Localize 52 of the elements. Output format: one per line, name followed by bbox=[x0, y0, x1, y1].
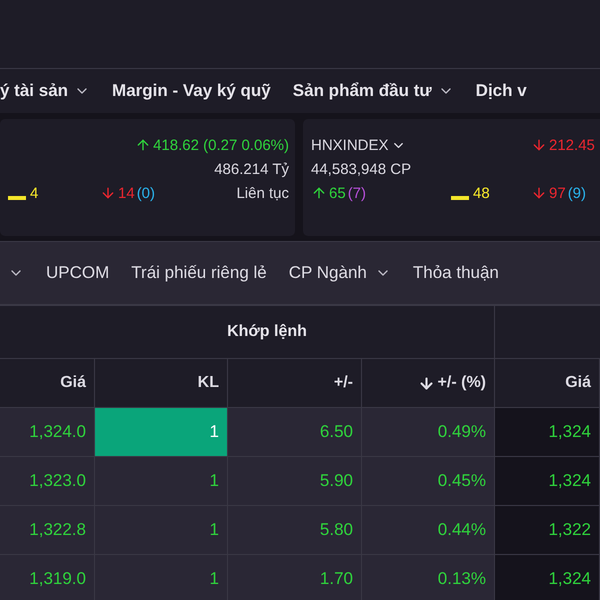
floor-count: (9) bbox=[568, 184, 586, 202]
table-cell: 1 bbox=[95, 555, 228, 600]
column-header[interactable]: KL bbox=[95, 359, 228, 408]
unchanged-count: 4 bbox=[30, 184, 38, 202]
advances-count: 65 bbox=[329, 184, 346, 202]
table-cell: 5.80 bbox=[228, 506, 362, 555]
table-cell: 0.44% bbox=[362, 506, 495, 555]
index-change: 418.62 (0.27 0.06%) bbox=[153, 136, 289, 154]
table-cell: 1,324 bbox=[495, 408, 600, 457]
column-group-header: Khớp lệnh bbox=[0, 306, 495, 359]
table-cell: 0.49% bbox=[362, 408, 495, 457]
flat-bar-icon bbox=[8, 196, 26, 200]
table-cell: 0.45% bbox=[362, 457, 495, 506]
nav-menu-item[interactable]: Dịch v bbox=[476, 81, 527, 101]
column-header[interactable]: Giá bbox=[0, 359, 95, 408]
market-tab[interactable]: Trái phiếu riêng lẻ bbox=[131, 263, 267, 283]
down-arrow-icon bbox=[531, 185, 547, 201]
index-change: 212.45 bbox=[549, 136, 595, 154]
table-cell: 1,322.8 bbox=[0, 506, 95, 555]
index-value: 486.214 Tỷ bbox=[214, 160, 289, 178]
table-cell: 1 bbox=[95, 457, 228, 506]
table-cell: 1 bbox=[95, 408, 228, 457]
table-cell: 0.13% bbox=[362, 555, 495, 600]
table-cell: 1,324 bbox=[495, 457, 600, 506]
table-cell: 1.70 bbox=[228, 555, 362, 600]
table-cell: 1,319.0 bbox=[0, 555, 95, 600]
market-tab[interactable]: Thỏa thuận bbox=[412, 263, 499, 283]
table-cell: 5.90 bbox=[228, 457, 362, 506]
table-cell: 1,322 bbox=[495, 506, 600, 555]
table-cell: 1,323.0 bbox=[0, 457, 95, 506]
session-status: Liên tục bbox=[236, 184, 289, 202]
flat-bar-icon bbox=[451, 196, 469, 200]
nav-menu-item[interactable]: Margin - Vay ký quỹ bbox=[112, 81, 271, 101]
table-cell: 1 bbox=[95, 506, 228, 555]
column-header[interactable]: +/- bbox=[228, 359, 362, 408]
down-arrow-icon bbox=[531, 137, 547, 153]
market-tab[interactable]: UPCOM bbox=[46, 263, 110, 283]
index-name[interactable]: HNXINDEX bbox=[311, 136, 389, 154]
nav-menu-item[interactable]: Sản phẩm đầu tư bbox=[292, 81, 454, 101]
column-header[interactable]: Giá bbox=[495, 359, 600, 408]
index-volume: 44,583,948 CP bbox=[311, 160, 412, 178]
market-tab[interactable]: CP Ngành bbox=[288, 263, 391, 283]
table-cell: 6.50 bbox=[228, 408, 362, 457]
declines-count: 97 bbox=[549, 184, 566, 202]
declines-count: 14 bbox=[118, 184, 135, 202]
nav-menu-item[interactable]: ý tài sản bbox=[0, 81, 90, 101]
table-cell: 1,324.0 bbox=[0, 408, 95, 457]
floor-count: (0) bbox=[136, 184, 156, 202]
ceiling-count: (7) bbox=[348, 184, 366, 202]
column-header[interactable]: +/- (%) bbox=[362, 359, 495, 408]
sort-arrow-icon bbox=[418, 374, 435, 392]
unchanged-count: 48 bbox=[473, 184, 490, 202]
